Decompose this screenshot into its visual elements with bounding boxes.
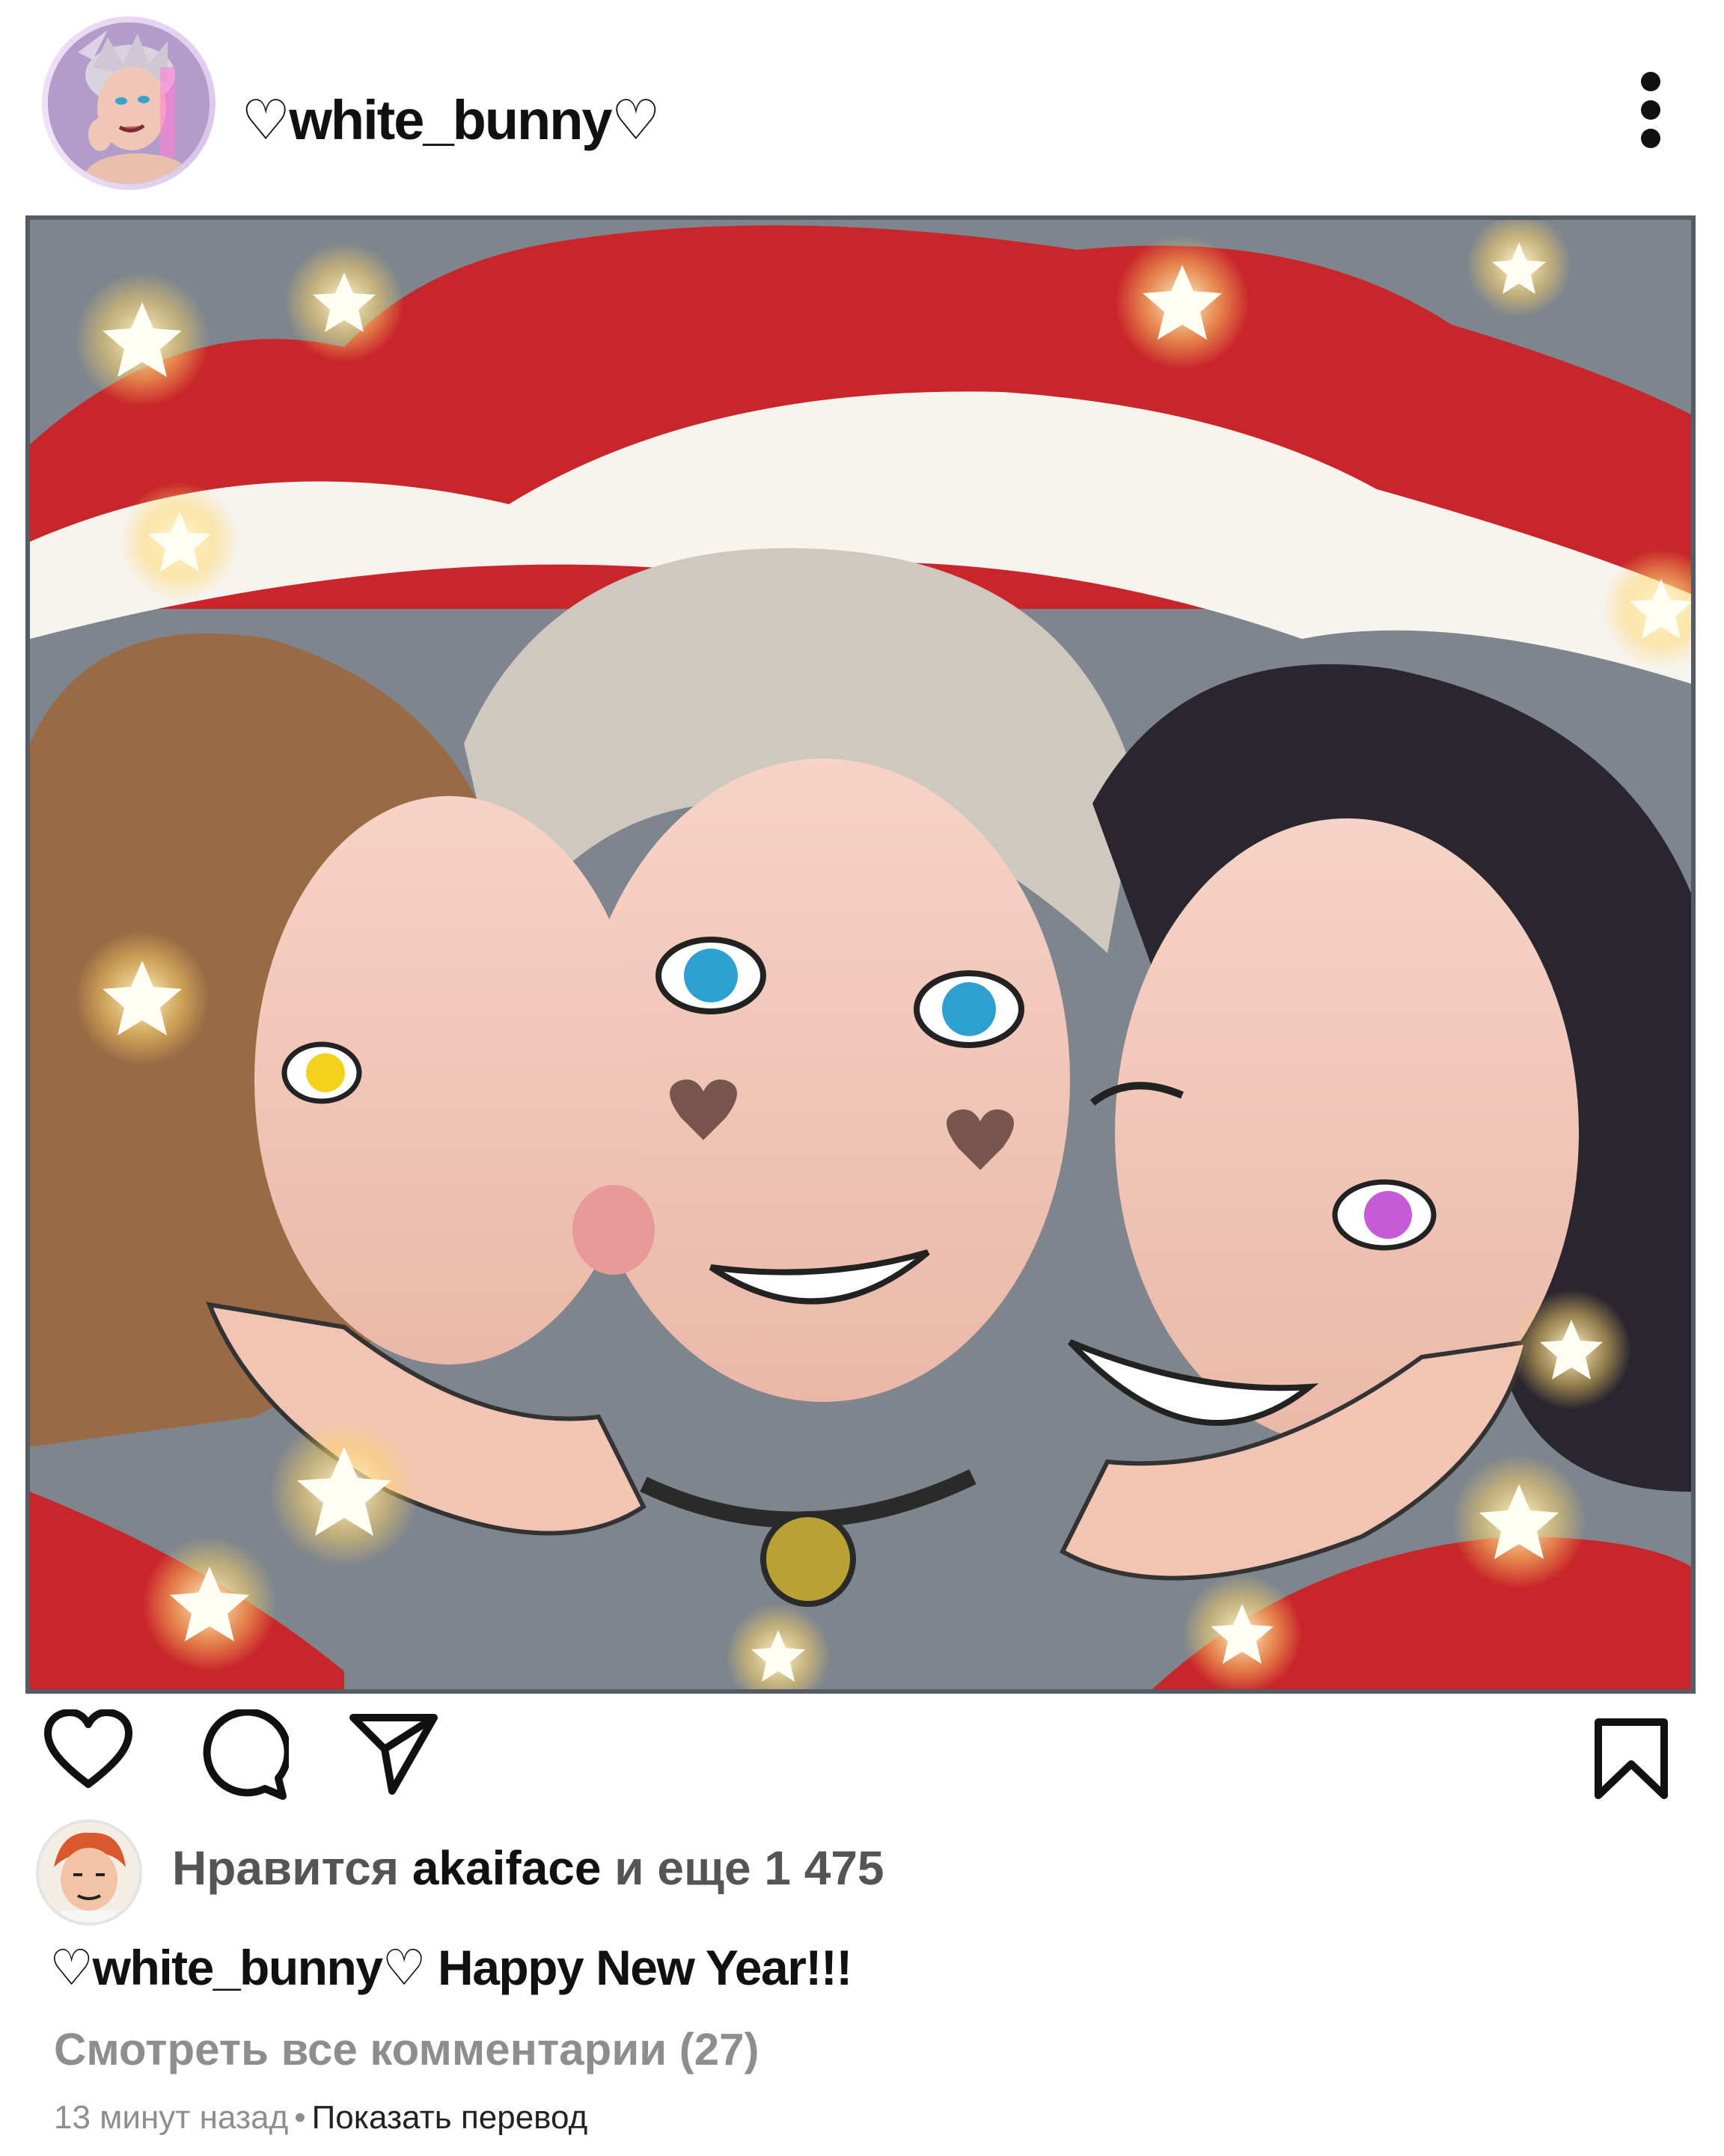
more-options-icon[interactable] <box>1630 69 1672 151</box>
show-translation-link[interactable]: Показать перевод <box>312 2099 588 2136</box>
likes-prefix: Нравится <box>172 1841 400 1895</box>
caption-username[interactable]: ♡white_bunny♡ <box>49 1940 427 1995</box>
likes-summary: Нравится akaiface и еще 1 475 <box>172 1840 884 1896</box>
likes-count[interactable]: и еще 1 475 <box>614 1841 884 1895</box>
post-image-frame <box>25 215 1696 1694</box>
liker-avatar[interactable] <box>36 1819 142 1926</box>
post-header: ♡white_bunny♡ <box>0 0 1724 217</box>
meta-separator: • <box>294 2099 306 2136</box>
share-icon[interactable] <box>349 1712 438 1795</box>
post-illustration[interactable] <box>30 220 1691 1689</box>
liker-username[interactable]: akaiface <box>412 1841 602 1895</box>
post-caption: ♡white_bunny♡ Happy New Year!!! <box>49 1939 852 1997</box>
post-time: 13 минут назад <box>54 2099 289 2136</box>
caption-text: Happy New Year!!! <box>438 1940 852 1995</box>
author-avatar-image <box>48 22 210 184</box>
author-username[interactable]: ♡white_bunny♡ <box>241 88 661 153</box>
comment-icon[interactable] <box>196 1709 289 1802</box>
view-comments-link[interactable]: Смотреть все комментарии (27) <box>54 2024 759 2075</box>
bookmark-icon[interactable] <box>1592 1718 1670 1801</box>
heart-icon[interactable] <box>43 1709 133 1792</box>
author-avatar[interactable] <box>42 16 216 190</box>
post-meta: 13 минут назад • Показать перевод <box>54 2099 587 2137</box>
